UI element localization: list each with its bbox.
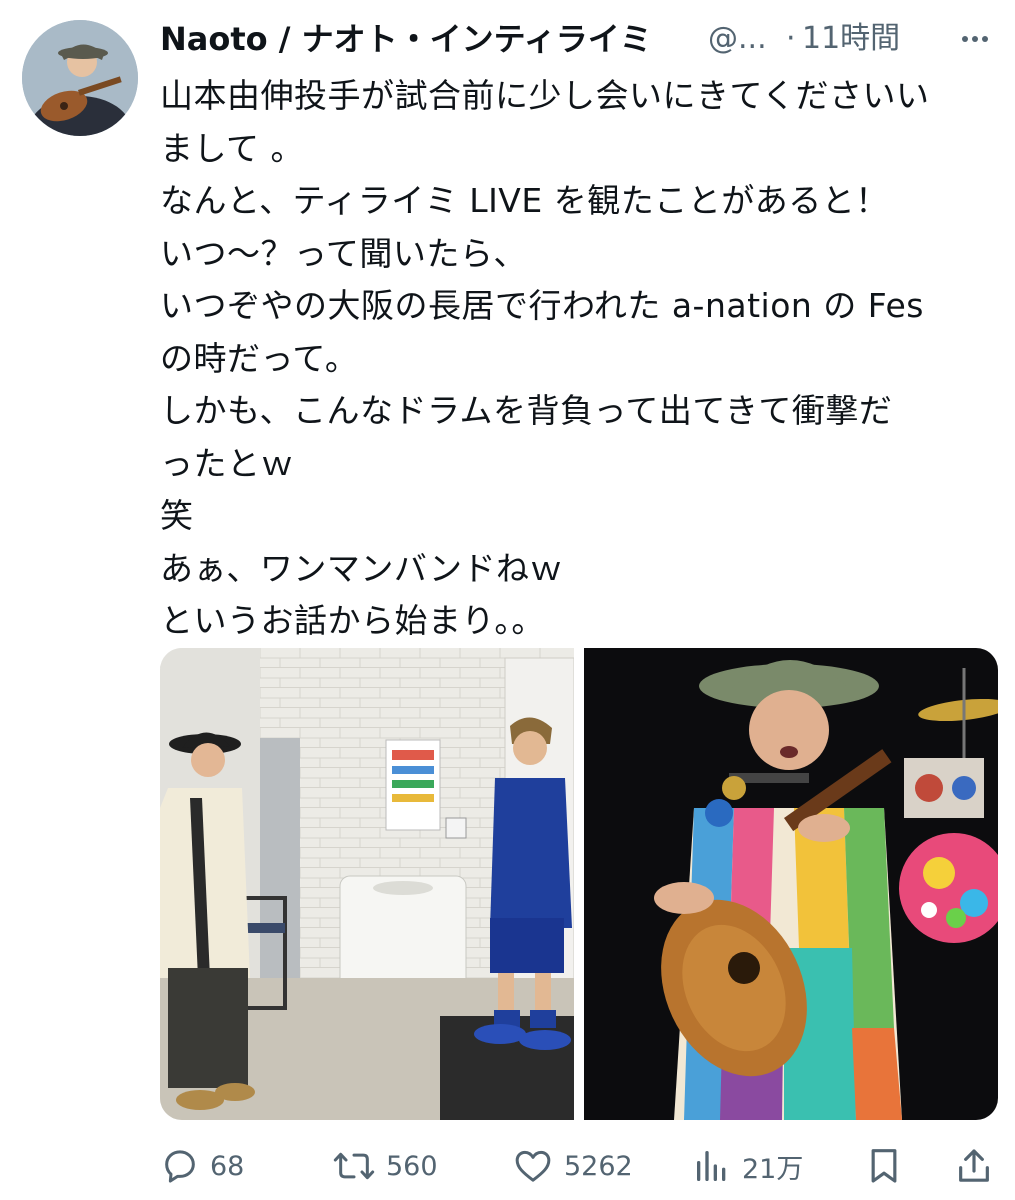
tweet-line: あぁ、ワンマンバンドねｗ (160, 548, 563, 588)
tweet-line: 山本由伸投手が試合前に少し会いにきてくださいい (160, 76, 930, 115)
share-icon (959, 1149, 989, 1182)
photo-backstage[interactable] (160, 648, 574, 1120)
live-concert-guitar-photo-icon (584, 648, 998, 1120)
reply-button[interactable]: 68 (160, 1138, 244, 1194)
avatar[interactable] (22, 20, 138, 136)
heart-icon (515, 1150, 551, 1182)
tweet-line: ったとｗ (160, 443, 294, 483)
more-horizontal-icon (962, 36, 988, 42)
views-count: 21万 (742, 1153, 804, 1185)
user-handle[interactable]: @... (708, 18, 767, 60)
bookmark-icon (871, 1149, 897, 1183)
media-grid (160, 648, 998, 1120)
bookmark-button[interactable] (864, 1138, 904, 1194)
photo-concert[interactable] (584, 648, 998, 1120)
tweet-line: いつ〜？って聞いたら、 (160, 233, 527, 273)
tweet-text: 山本由伸投手が試合前に少し会いにきてくださいい まして 。 なんと、ティライミ … (160, 70, 990, 648)
reply-count: 68 (210, 1150, 245, 1182)
guitar-player-avatar-icon (22, 20, 138, 136)
backstage-meeting-photo-icon (160, 648, 574, 1120)
reply-icon (165, 1150, 195, 1183)
retweet-icon (333, 1152, 375, 1180)
share-button[interactable] (954, 1138, 994, 1194)
display-name[interactable]: Naoto / ナオト・インティライミ (160, 18, 652, 60)
action-bar: 68 560 5262 21万 (160, 1138, 1000, 1194)
tweet-line: いつぞやの大阪の長居で行われた a-nation の Fes (160, 286, 924, 325)
more-options-button[interactable] (955, 24, 995, 54)
timestamp[interactable]: 11時間 (802, 18, 900, 60)
tweet-line: まして 。 (160, 128, 304, 168)
like-button[interactable]: 5262 (512, 1138, 633, 1194)
tweet-line: 笑 (160, 496, 194, 535)
separator-dot: · (786, 21, 796, 56)
tweet-line: なんと、ティライミ LIVE を観たことがあると！ (160, 181, 889, 220)
like-count: 5262 (564, 1150, 633, 1182)
views-chart-icon (697, 1151, 726, 1181)
tweet-line: しかも、こんなドラムを背負って出てきて衝撃だ (160, 391, 893, 430)
views-button[interactable]: 21万 (692, 1138, 803, 1194)
tweet-line: の時だって。 (160, 338, 359, 378)
retweet-button[interactable]: 560 (332, 1138, 438, 1194)
retweet-count: 560 (386, 1150, 438, 1182)
tweet-header: Naoto / ナオト・インティライミ @... · 11時間 (160, 18, 1000, 62)
tweet-line: というお話から始まり。。 (160, 601, 545, 640)
